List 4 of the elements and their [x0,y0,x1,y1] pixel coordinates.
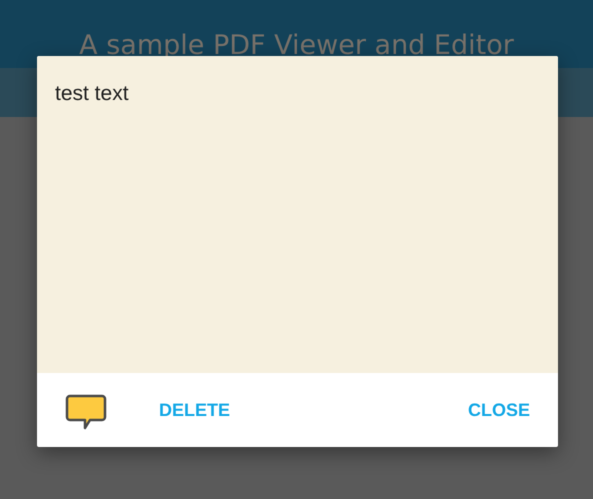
speech-bubble-icon [65,394,107,432]
delete-button[interactable]: DELETE [153,394,236,426]
note-text-field[interactable]: test text [37,56,558,373]
close-button[interactable]: CLOSE [462,394,536,426]
